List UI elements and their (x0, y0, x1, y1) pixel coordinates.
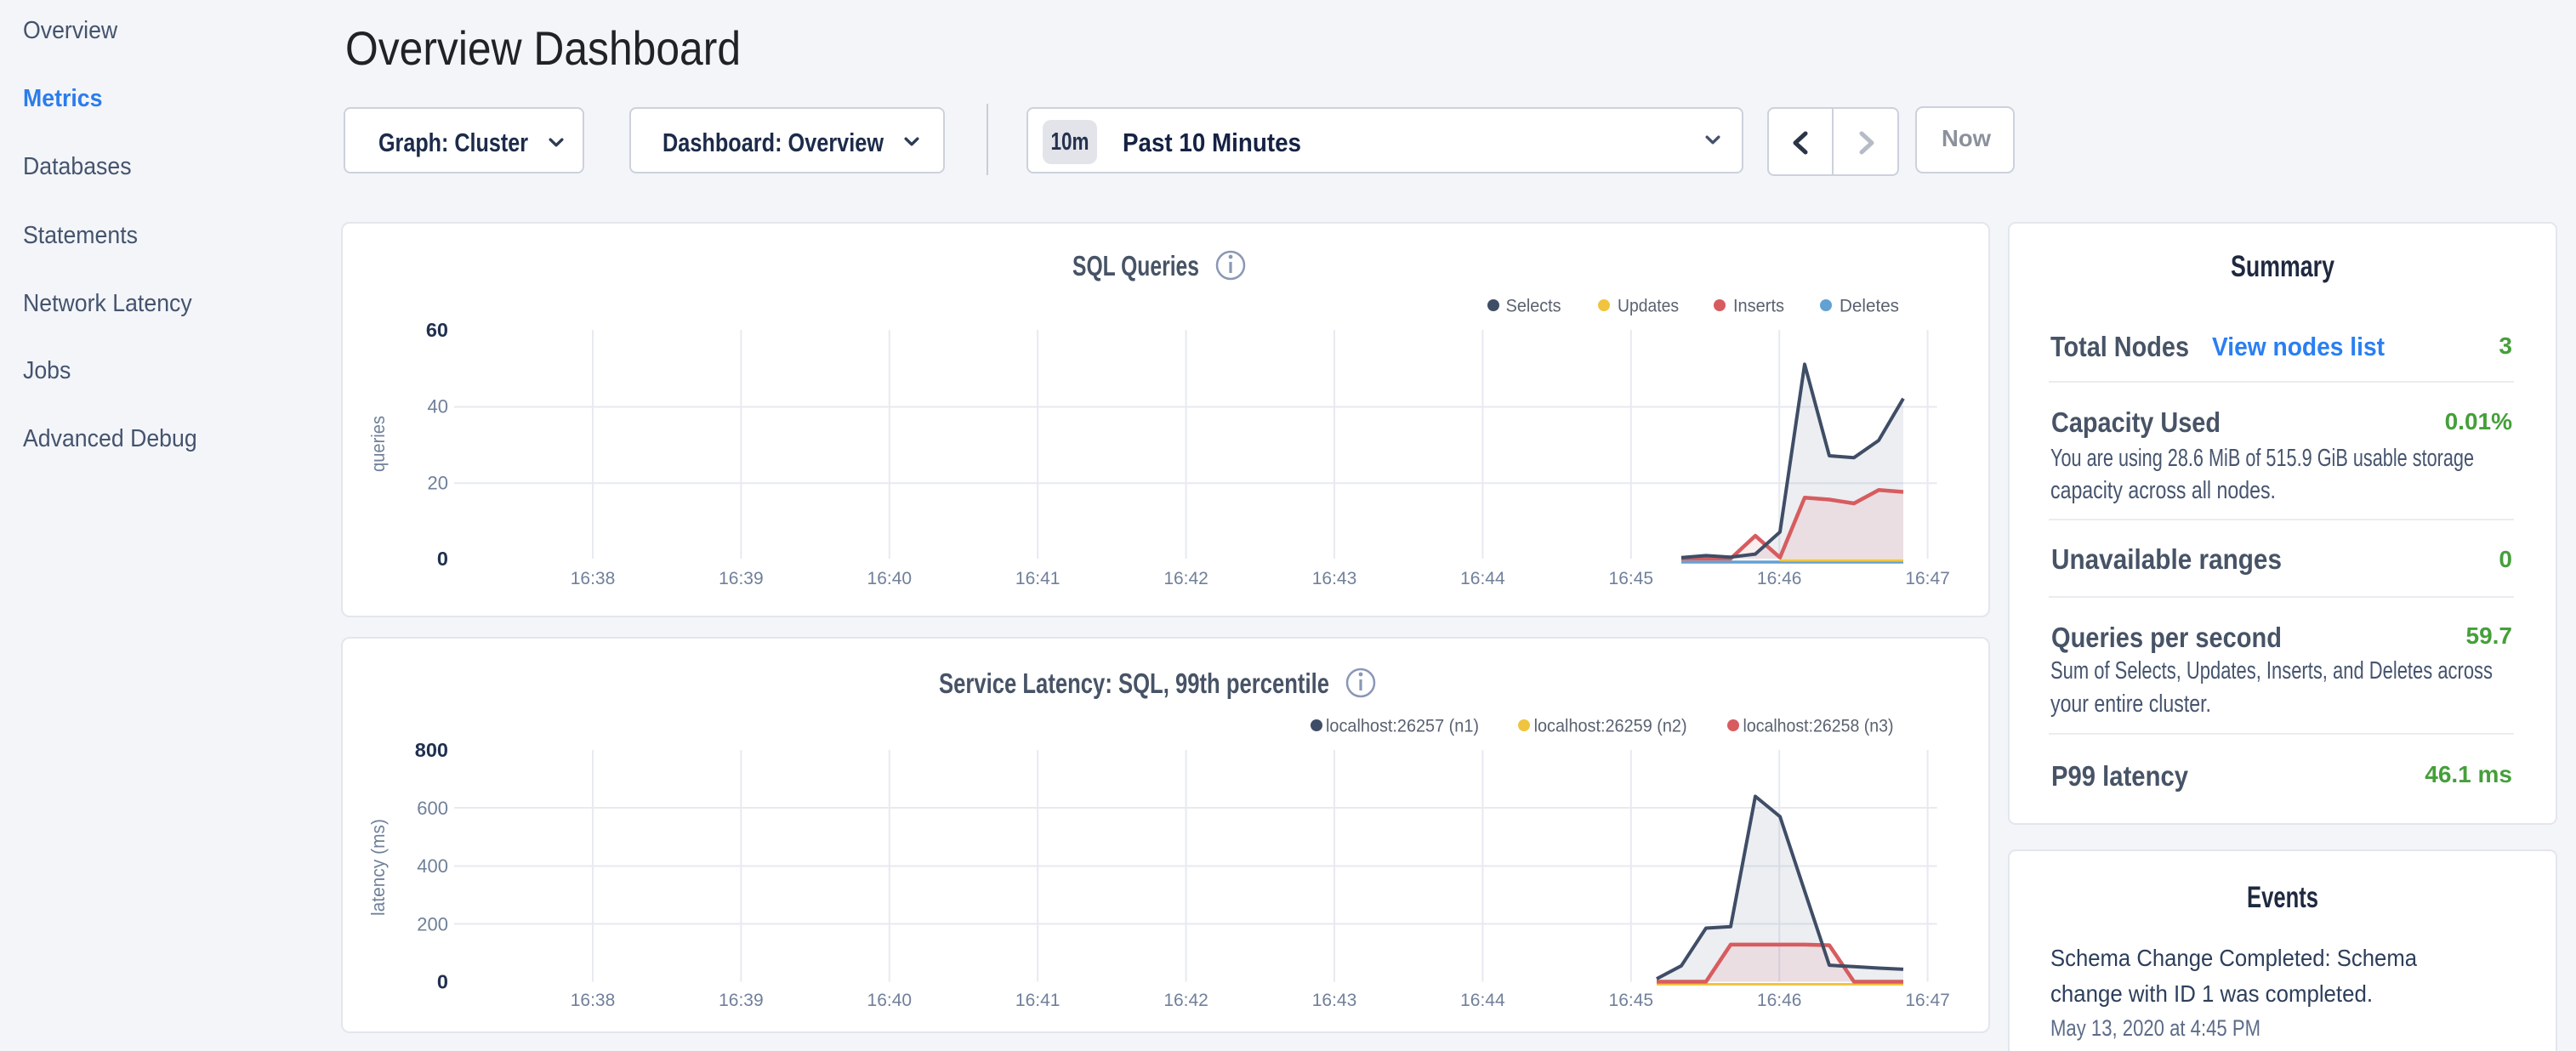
svg-text:16:41: 16:41 (1015, 991, 1061, 1010)
svg-text:Inserts: Inserts (1733, 296, 1784, 316)
svg-text:Updates: Updates (1618, 296, 1679, 316)
svg-text:16:46: 16:46 (1757, 569, 1802, 588)
svg-text:200: 200 (417, 913, 448, 935)
svg-text:16:40: 16:40 (867, 569, 913, 588)
svg-text:Selects: Selects (1506, 296, 1561, 316)
svg-text:localhost:26258 (n3): localhost:26258 (n3) (1743, 716, 1894, 736)
svg-text:queries: queries (367, 416, 389, 472)
svg-text:SQL Queries: SQL Queries (1072, 250, 1199, 281)
svg-text:16:39: 16:39 (719, 569, 764, 588)
svg-text:16:44: 16:44 (1460, 569, 1505, 588)
svg-text:16:44: 16:44 (1460, 991, 1505, 1010)
svg-text:16:39: 16:39 (719, 991, 764, 1010)
svg-text:16:43: 16:43 (1312, 991, 1357, 1010)
svg-text:16:45: 16:45 (1609, 991, 1654, 1010)
svg-text:16:45: 16:45 (1609, 569, 1654, 588)
svg-text:16:40: 16:40 (867, 991, 913, 1010)
svg-text:40: 40 (428, 396, 448, 418)
svg-text:16:38: 16:38 (571, 991, 616, 1010)
svg-text:600: 600 (417, 798, 448, 819)
svg-text:0: 0 (437, 970, 448, 992)
svg-text:localhost:26259 (n2): localhost:26259 (n2) (1534, 716, 1687, 736)
svg-text:16:42: 16:42 (1163, 991, 1208, 1010)
svg-text:0: 0 (437, 548, 448, 570)
svg-text:16:46: 16:46 (1757, 991, 1802, 1010)
svg-text:16:43: 16:43 (1312, 569, 1357, 588)
svg-text:latency (ms): latency (ms) (367, 819, 389, 916)
svg-text:16:47: 16:47 (1905, 991, 1950, 1010)
svg-text:20: 20 (428, 472, 448, 493)
svg-text:Deletes: Deletes (1840, 296, 1899, 316)
svg-text:60: 60 (426, 319, 448, 341)
svg-text:Service Latency: SQL, 99th per: Service Latency: SQL, 99th percentile (939, 668, 1329, 699)
svg-text:16:41: 16:41 (1015, 569, 1061, 588)
svg-text:400: 400 (417, 855, 448, 877)
svg-text:16:47: 16:47 (1905, 569, 1950, 588)
svg-text:localhost:26257 (n1): localhost:26257 (n1) (1326, 716, 1479, 736)
svg-text:16:42: 16:42 (1163, 569, 1208, 588)
svg-text:16:38: 16:38 (571, 569, 616, 588)
svg-text:800: 800 (415, 739, 448, 761)
